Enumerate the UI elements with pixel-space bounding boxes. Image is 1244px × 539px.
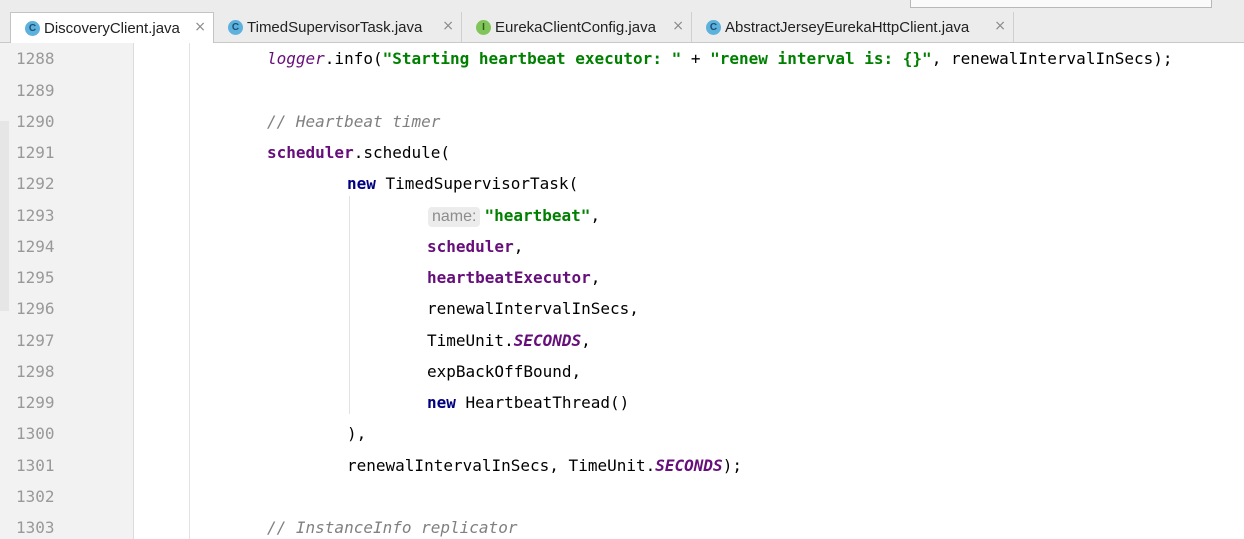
code-line-1296[interactable]: renewalIntervalInSecs, xyxy=(427,299,639,319)
string-literal: "renew interval is: {}" xyxy=(710,49,932,68)
line-number: 1303 xyxy=(16,518,55,537)
line-number: 1290 xyxy=(16,112,55,131)
class-icon: C xyxy=(228,19,243,35)
code-line-1292[interactable]: new TimedSupervisorTask( xyxy=(347,174,578,194)
line-number: 1300 xyxy=(16,424,55,443)
tab-label: EurekaClientConfig.java xyxy=(495,18,656,36)
tab-label: DiscoveryClient.java xyxy=(44,19,180,37)
code-line-1288[interactable]: logger.info("Starting heartbeat executor… xyxy=(267,49,1173,69)
line-number: 1295 xyxy=(16,268,55,287)
tab-abstractjerseyeurekahttpclient[interactable]: C AbstractJerseyEurekaHttpClient.java × xyxy=(692,12,1014,42)
code-text: HeartbeatThread() xyxy=(455,393,630,412)
parameter-hint: name: xyxy=(428,207,481,227)
indent-guide xyxy=(189,43,190,539)
close-icon[interactable]: × xyxy=(994,18,1006,34)
line-number: 1293 xyxy=(16,206,55,225)
code-text: , xyxy=(590,268,601,287)
code-text: , xyxy=(513,237,524,256)
code-line-1300[interactable]: ), xyxy=(347,424,366,444)
code-text: .schedule( xyxy=(353,143,451,162)
line-number: 1302 xyxy=(16,487,55,506)
tab-discoveryclient[interactable]: C DiscoveryClient.java × xyxy=(10,12,214,43)
tab-timedsupervisortask[interactable]: C TimedSupervisorTask.java × xyxy=(214,12,462,42)
line-number: 1297 xyxy=(16,331,55,350)
gutter-scroll-marker xyxy=(0,121,9,311)
close-icon[interactable]: × xyxy=(442,18,454,34)
code-line-1290[interactable]: // Heartbeat timer xyxy=(267,112,440,132)
indent-guide xyxy=(349,196,350,414)
field-ref: scheduler xyxy=(427,237,514,256)
toolbar-run-config[interactable] xyxy=(910,0,1212,8)
line-number: 1299 xyxy=(16,393,55,412)
code-text: renewalIntervalInSecs, TimeUnit. xyxy=(347,456,656,475)
line-number: 1289 xyxy=(16,81,55,100)
code-line-1294[interactable]: scheduler, xyxy=(427,237,523,257)
code-text: ); xyxy=(722,456,742,475)
line-number: 1294 xyxy=(16,237,55,256)
close-icon[interactable]: × xyxy=(194,19,206,35)
tab-eurekaclientconfig[interactable]: I EurekaClientConfig.java × xyxy=(462,12,692,42)
code-text: TimedSupervisorTask( xyxy=(375,174,579,193)
code-line-1291[interactable]: scheduler.schedule( xyxy=(267,143,450,163)
field-ref: scheduler xyxy=(267,143,354,162)
code-line-1299[interactable]: new HeartbeatThread() xyxy=(427,393,629,413)
code-line-1298[interactable]: expBackOffBound, xyxy=(427,362,581,382)
line-number: 1288 xyxy=(16,49,55,68)
field-ref: heartbeatExecutor xyxy=(427,268,591,287)
code-line-1293[interactable]: name: "heartbeat", xyxy=(428,206,600,227)
string-literal: "Starting heartbeat executor: " xyxy=(382,49,682,68)
keyword: new xyxy=(427,393,456,412)
code-text: .info( xyxy=(324,49,383,68)
code-line-1303[interactable]: // InstanceInfo replicator xyxy=(267,518,517,538)
code-text: , renewalIntervalInSecs); xyxy=(931,49,1173,68)
tab-label: AbstractJerseyEurekaHttpClient.java xyxy=(725,18,970,36)
line-number-gutter: 1288 1289 1290 1291 1292 1293 1294 1295 … xyxy=(0,43,134,539)
keyword: new xyxy=(347,174,376,193)
top-toolbar-strip xyxy=(0,0,1244,8)
close-icon[interactable]: × xyxy=(672,18,684,34)
code-text: TimeUnit. xyxy=(427,331,514,350)
code-line-1297[interactable]: TimeUnit.SECONDS, xyxy=(427,331,591,351)
class-icon: C xyxy=(25,20,40,36)
string-literal: "heartbeat" xyxy=(484,206,591,225)
editor-tab-bar: C DiscoveryClient.java × C TimedSupervis… xyxy=(0,8,1244,43)
code-text: + xyxy=(681,49,711,68)
code-editor[interactable]: 1288 1289 1290 1291 1292 1293 1294 1295 … xyxy=(0,43,1244,539)
class-icon: C xyxy=(706,19,721,35)
code-text: , xyxy=(581,331,591,350)
interface-icon: I xyxy=(476,19,491,35)
line-number: 1298 xyxy=(16,362,55,381)
static-field-ref: SECONDS xyxy=(655,456,723,475)
code-line-1295[interactable]: heartbeatExecutor, xyxy=(427,268,600,288)
line-number: 1296 xyxy=(16,299,55,318)
code-line-1301[interactable]: renewalIntervalInSecs, TimeUnit.SECONDS)… xyxy=(347,456,742,476)
line-number: 1301 xyxy=(16,456,55,475)
line-number: 1291 xyxy=(16,143,55,162)
logger-ref: logger xyxy=(267,49,325,68)
static-field-ref: SECONDS xyxy=(513,331,582,350)
line-number: 1292 xyxy=(16,174,55,193)
tab-label: TimedSupervisorTask.java xyxy=(247,18,423,36)
code-text: , xyxy=(590,206,601,225)
